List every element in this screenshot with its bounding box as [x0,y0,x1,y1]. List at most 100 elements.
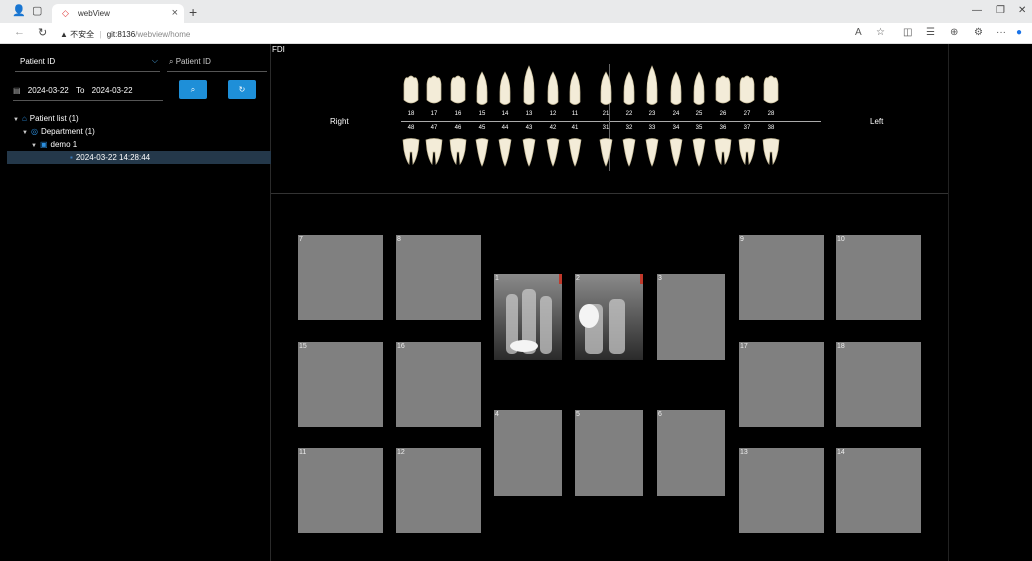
upper-tooth[interactable] [737,64,757,113]
expand-arrow-icon[interactable]: ▼ [13,117,19,123]
empty-image-slot[interactable]: 9 [739,235,824,320]
tree-node[interactable]: ▼ ◎ Department (1) [13,125,271,138]
lower-tooth[interactable] [448,136,468,173]
empty-image-slot[interactable]: 10 [836,235,921,320]
upper-tooth[interactable] [761,64,781,113]
empty-image-slot[interactable]: 15 [298,342,383,427]
back-icon[interactable]: ← [14,26,25,38]
slot-number: 3 [658,275,662,282]
browser-tab-bar: 👤 ▢ ◇ webView × + — ❐ ✕ [0,0,1032,23]
lower-tooth[interactable] [689,136,709,173]
empty-image-slot[interactable]: 3 [657,274,725,360]
slot-number: 12 [397,449,405,456]
lower-tooth[interactable] [495,136,515,173]
upper-tooth[interactable] [596,64,616,113]
split-screen-icon[interactable]: ◫ [903,27,912,38]
lower-tooth[interactable] [737,136,757,173]
url-host: git:8136 [106,30,136,39]
tree-node[interactable]: ▪ 2024-03-22 14:28:44 [7,151,271,164]
refresh-icon[interactable]: ↻ [38,26,47,39]
numbering-system-label: FDI [272,45,285,54]
upper-tooth[interactable] [401,64,421,113]
empty-image-slot[interactable]: 14 [836,448,921,533]
upper-tooth[interactable] [642,64,662,113]
upper-tooth-number: 23 [648,111,656,117]
upper-tooth[interactable] [424,64,444,113]
empty-image-slot[interactable]: 7 [298,235,383,320]
empty-image-slot[interactable]: 18 [836,342,921,427]
favorite-star-icon[interactable]: ☆ [876,27,885,38]
lower-tooth[interactable] [401,136,421,173]
upper-tooth[interactable] [495,64,515,113]
lower-tooth[interactable] [543,136,563,173]
empty-image-slot[interactable]: 17 [739,342,824,427]
slot-number: 10 [837,236,845,243]
empty-image-slot[interactable]: 5 [575,410,643,496]
minimize-icon[interactable]: — [972,5,982,16]
upper-tooth-number: 26 [719,111,727,117]
profile-icon[interactable]: 👤 [12,4,26,17]
upper-tooth[interactable] [666,64,686,113]
lower-tooth[interactable] [565,136,585,173]
read-aloud-icon[interactable]: A [855,27,862,38]
refresh-button[interactable]: ↻ [228,80,256,99]
empty-image-slot[interactable]: 11 [298,448,383,533]
slot-number: 17 [740,343,748,350]
close-tab-icon[interactable]: × [172,7,178,19]
tree-node-label: 2024-03-22 14:28:44 [75,153,151,162]
patient-id-select[interactable]: Patient ID ⌵ [15,54,160,72]
slot-number: 16 [397,343,405,350]
empty-image-slot[interactable]: 12 [396,448,481,533]
upper-tooth[interactable] [472,64,492,113]
empty-image-slot[interactable]: 8 [396,235,481,320]
upper-tooth[interactable] [713,64,733,113]
upper-tooth[interactable] [565,64,585,113]
lower-tooth[interactable] [713,136,733,173]
lower-tooth[interactable] [424,136,444,173]
empty-image-slot[interactable]: 4 [494,410,562,496]
lower-tooth[interactable] [619,136,639,173]
date-to: 2024-03-22 [91,86,133,95]
upper-tooth[interactable] [543,64,563,113]
upper-tooth[interactable] [689,64,709,113]
more-menu-icon[interactable]: ··· [996,27,1006,38]
lower-tooth[interactable] [472,136,492,173]
tree-node[interactable]: ▼ ⌂ Patient list (1) [13,112,271,125]
tab-actions-icon[interactable]: ▢ [32,4,42,17]
tree-node[interactable]: ▼ ▣ demo 1 [13,138,271,151]
close-window-icon[interactable]: ✕ [1018,5,1026,16]
collections-icon[interactable]: ⊕ [950,27,958,38]
lower-tooth[interactable] [519,136,539,173]
upper-tooth[interactable] [519,64,539,113]
empty-image-slot[interactable]: 6 [657,410,725,496]
lower-tooth[interactable] [666,136,686,173]
extensions-icon[interactable]: ⚙ [974,27,983,38]
search-button[interactable]: ⌕ [179,80,207,99]
expand-arrow-icon[interactable]: ▼ [22,130,28,136]
date-range-picker[interactable]: ▤ 2024-03-22 To 2024-03-22 [13,81,163,101]
patient-id-search-placeholder: Patient ID [175,57,211,66]
empty-image-slot[interactable]: 16 [396,342,481,427]
xray-image-slot[interactable]: 2 [575,274,643,360]
patient-id-search-input[interactable]: ⌕ Patient ID [167,54,267,72]
lower-tooth-number: 41 [571,125,579,131]
upper-tooth-number: 25 [695,111,703,117]
refresh-icon: ↻ [238,85,246,94]
lower-tooth-number: 33 [648,125,656,131]
upper-tooth[interactable] [448,64,468,113]
lower-tooth-number: 31 [602,125,610,131]
browser-tab[interactable]: ◇ webView × [52,4,184,23]
department-icon: ◎ [30,127,38,136]
lower-tooth[interactable] [596,136,616,173]
url-field[interactable]: ▲ 不安全 | git:8136/webview/home [60,25,840,42]
upper-tooth[interactable] [619,64,639,113]
xray-image-slot[interactable]: 1 [494,274,562,360]
favorites-icon[interactable]: ☰ [926,27,935,38]
copilot-icon[interactable]: ● [1016,27,1022,38]
expand-arrow-icon[interactable]: ▼ [31,143,37,149]
lower-tooth[interactable] [642,136,662,173]
new-tab-icon[interactable]: + [189,4,197,20]
empty-image-slot[interactable]: 13 [739,448,824,533]
lower-tooth[interactable] [761,136,781,173]
restore-icon[interactable]: ❐ [996,5,1005,16]
